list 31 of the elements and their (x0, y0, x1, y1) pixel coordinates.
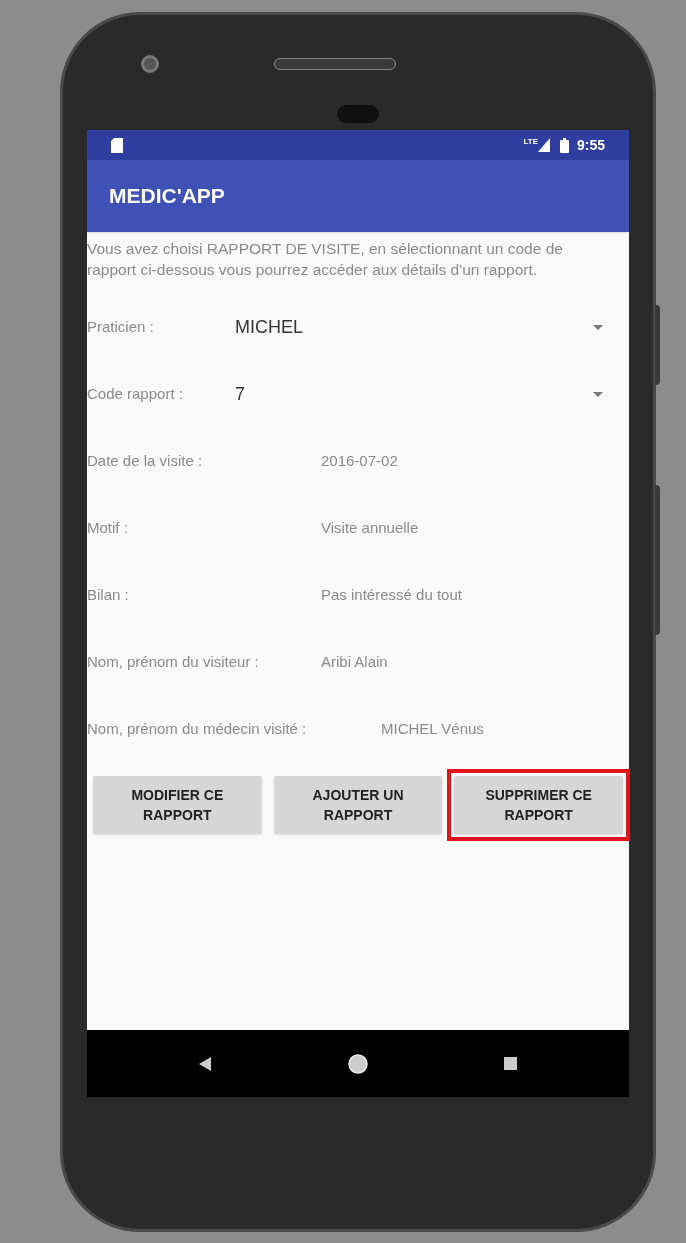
field-label: Motif : (87, 518, 129, 539)
field-label: Nom, prénom du médecin visité : (87, 719, 308, 740)
dropdown-arrow-icon (593, 325, 603, 330)
network-label: LTE (523, 136, 538, 148)
dropdown-arrow-icon (593, 392, 603, 397)
field-value: Pas intéressé du tout (321, 585, 462, 606)
signal-icon (537, 138, 550, 152)
app-title: MEDIC'APP (109, 183, 225, 210)
field-value: MICHEL Vénus (381, 719, 484, 740)
dropdown-field[interactable]: Praticien : MICHEL (87, 294, 629, 361)
side-button[interactable] (655, 485, 660, 635)
dropdown-field[interactable]: Code rapport : 7 (87, 361, 629, 428)
field-value: Visite annuelle (321, 518, 419, 539)
home-icon[interactable] (347, 1053, 368, 1074)
battery-icon (559, 137, 569, 153)
action-button[interactable]: AJOUTER UN RAPPORT (273, 776, 443, 834)
back-icon[interactable] (199, 1056, 211, 1071)
field-label: Bilan : (87, 585, 130, 606)
field-label: Date de la visite : (87, 451, 204, 472)
action-button[interactable]: MODIFIER CE RAPPORT (93, 776, 262, 834)
camera-icon (141, 55, 159, 73)
action-button[interactable]: SUPPRIMER CE RAPPORT (454, 776, 623, 834)
recents-icon[interactable] (504, 1057, 517, 1070)
side-button[interactable] (655, 305, 660, 385)
field-value: 2016-07-02 (321, 451, 398, 472)
field-value: Aribi Alain (321, 652, 388, 673)
field-label: Nom, prénom du visiteur : (87, 652, 260, 673)
sensor-icon (337, 105, 379, 123)
sd-card-icon (111, 137, 123, 153)
clock-time: 9:55 (576, 135, 605, 155)
intro-text: Vous avez choisi RAPPORT DE VISITE, en sélectionnant un code de rapport ci-dessous vous pourrez accéder aux détails d'un rapport. (87, 239, 564, 280)
